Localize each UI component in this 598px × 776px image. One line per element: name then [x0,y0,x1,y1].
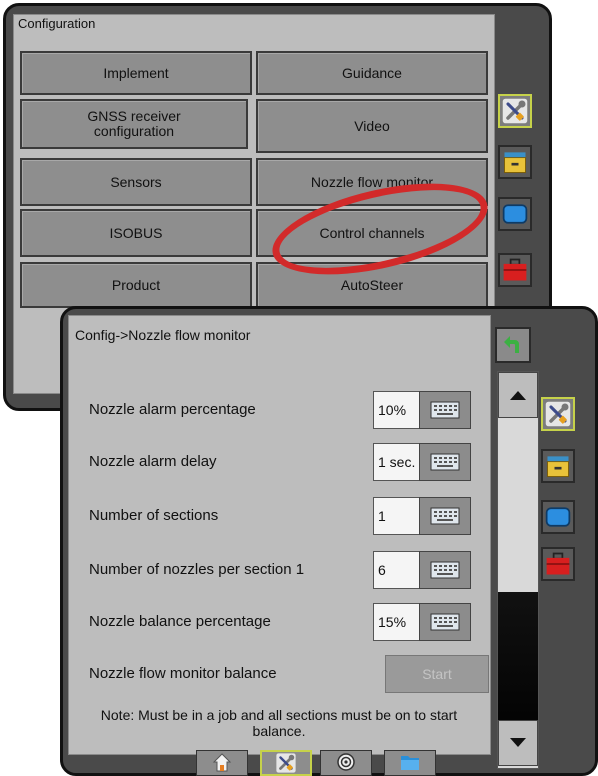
keyboard-icon [430,400,460,420]
keyboard-icon [430,560,460,580]
setting-value[interactable]: 1 [373,497,421,535]
setting-row: Number of nozzles per section 1 6 [75,551,479,589]
keyboard-button[interactable] [419,603,471,641]
down-arrow-icon [510,738,526,747]
target-icon [337,753,355,771]
screen-icon [501,200,529,228]
drawer-icon [501,148,529,176]
control-channels-button[interactable]: Control channels [256,209,488,257]
screen-tab[interactable] [498,197,532,231]
tools-tab[interactable] [541,397,575,431]
keyboard-icon [430,452,460,472]
tools-icon [544,400,572,428]
setting-label: Number of nozzles per section 1 [89,561,305,578]
drawer-tab[interactable] [498,145,532,179]
gnss-receiver-configuration-button[interactable]: GNSS receiver configuration [20,99,248,149]
guidance-button[interactable]: Guidance [256,51,488,95]
note-text: Note: Must be in a job and all sections … [100,707,458,739]
setting-label: Nozzle alarm percentage [89,401,256,418]
sensors-button[interactable]: Sensors [20,158,252,206]
target-nav-button[interactable] [320,750,372,776]
keyboard-button[interactable] [419,497,471,535]
setting-value[interactable]: 10% [373,391,421,429]
nozzle-flow-monitor-panel: Config->Nozzle flow monitor Nozzle alarm… [60,306,598,776]
back-button[interactable] [495,327,531,363]
product-button[interactable]: Product [20,262,252,308]
balance-label: Nozzle flow monitor balance [89,665,277,682]
keyboard-icon [430,612,460,632]
up-arrow-icon [510,391,526,400]
tools-tab[interactable] [498,94,532,128]
setting-row: Number of sections 1 [75,497,479,535]
home-icon [212,753,232,772]
setting-label: Nozzle balance percentage [89,613,271,630]
setting-label: Nozzle alarm delay [89,453,217,470]
folder-nav-button[interactable] [384,750,436,776]
screen-icon [544,503,572,531]
keyboard-button[interactable] [419,443,471,481]
keyboard-button[interactable] [419,391,471,429]
setting-label: Number of sections [89,507,219,524]
keyboard-icon [430,506,460,526]
scroll-up-button[interactable] [498,372,538,418]
video-button[interactable]: Video [256,99,488,153]
tools-nav-button[interactable] [260,750,312,776]
keyboard-button[interactable] [419,551,471,589]
home-nav-button[interactable] [196,750,248,776]
tools-icon [275,752,297,774]
back-arrow-icon [504,336,519,353]
nozzle-flow-monitor-button[interactable]: Nozzle flow monitor [256,158,488,206]
toolbox-icon [501,256,529,284]
balance-row: Nozzle flow monitor balance Start [75,655,489,693]
folder-icon [401,756,419,770]
toolbox-tab[interactable] [498,253,532,287]
autosteer-button[interactable]: AutoSteer [256,262,488,308]
isobus-button[interactable]: ISOBUS [20,209,252,257]
drawer-icon [544,452,572,480]
bottom-nav [148,750,436,776]
toolbox-tab[interactable] [541,547,575,581]
setting-row: Nozzle alarm delay 1 sec. [75,443,479,481]
drawer-tab[interactable] [541,449,575,483]
nozzle-title: Config->Nozzle flow monitor [75,327,251,343]
setting-value[interactable]: 1 sec. [373,443,421,481]
setting-value[interactable]: 6 [373,551,421,589]
toolbox-icon [544,550,572,578]
configuration-title: Configuration [18,16,96,31]
tools-icon [501,97,529,125]
scroll-down-button[interactable] [498,720,538,766]
screen-tab[interactable] [541,500,575,534]
start-balance-button[interactable]: Start [385,655,489,693]
scrollbar[interactable] [497,371,539,769]
setting-row: Nozzle alarm percentage 10% [75,391,479,429]
setting-row: Nozzle balance percentage 15% [75,603,479,641]
setting-value[interactable]: 15% [373,603,421,641]
implement-button[interactable]: Implement [20,51,252,95]
